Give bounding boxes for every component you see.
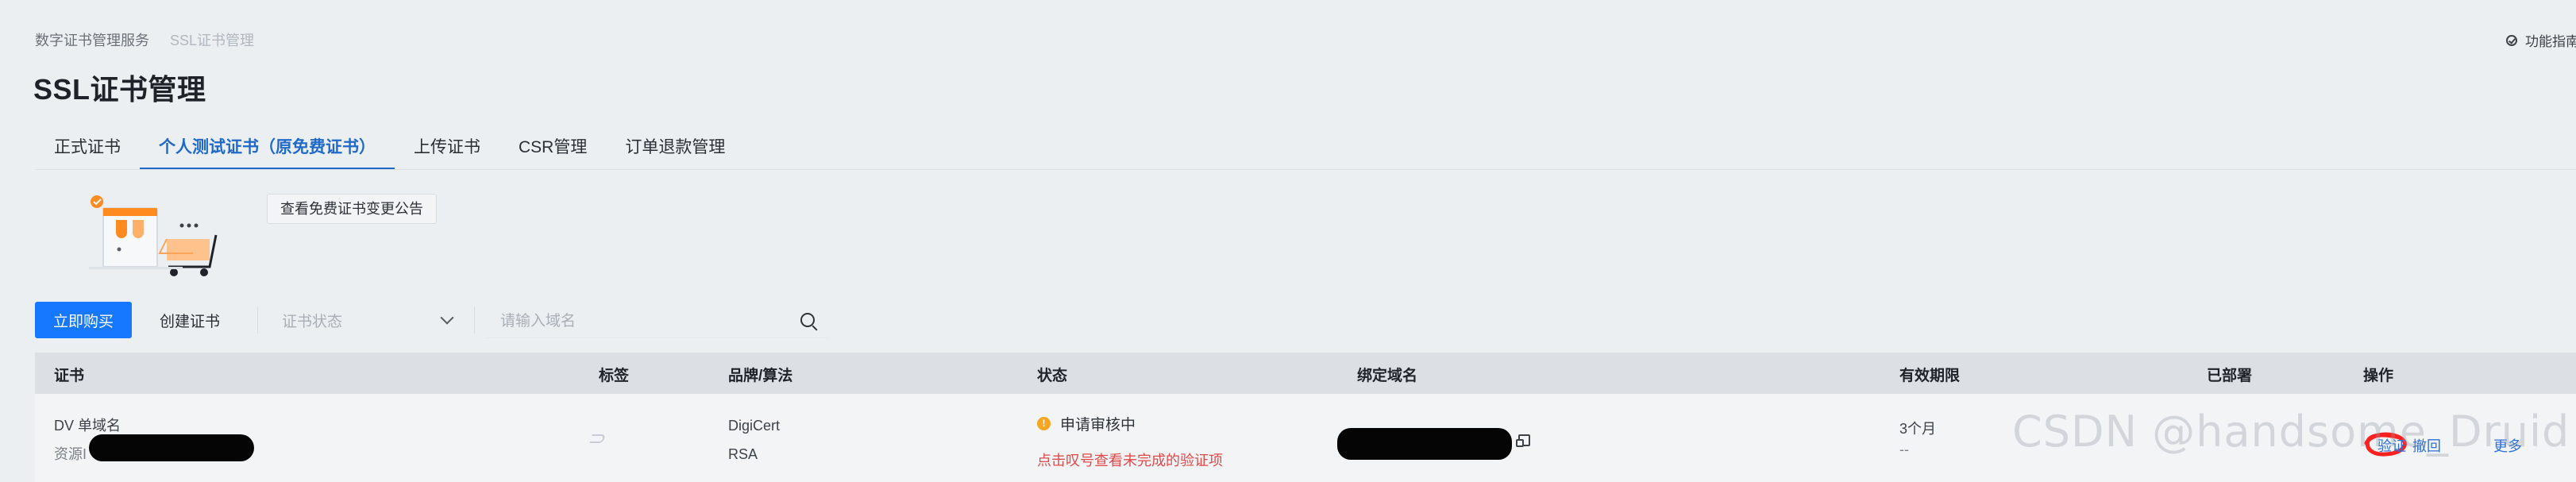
certificate-type: DV 单域名 (54, 418, 121, 434)
chevron-down-icon (440, 310, 454, 325)
copy-icon[interactable] (1516, 434, 1530, 447)
breadcrumb: 数字证书管理服务 SSL证书管理 (35, 30, 254, 51)
column-header-deployed: 已部署 (2207, 368, 2253, 384)
certificate-status-label: 申请审核中 (1060, 417, 1136, 434)
row-operations: 验证 撤回 更多 (2364, 432, 2559, 459)
certificate-algorithm: RSA (728, 446, 758, 462)
more-link[interactable]: 更多 (2493, 435, 2522, 456)
unfinished-verification-link[interactable]: 点击叹号查看未完成的验证项 (1037, 449, 1223, 470)
buy-now-button[interactable]: 立即购买 (35, 302, 132, 338)
tab-csr-management[interactable]: CSR管理 (499, 130, 606, 170)
resource-id-redaction (89, 434, 254, 461)
tab-personal-test-certificate[interactable]: 个人测试证书（原免费证书） (140, 130, 395, 170)
column-header-certificate: 证书 (54, 368, 85, 384)
toolbar-divider (257, 307, 258, 334)
resource-id-label: 资源I (54, 446, 87, 462)
shopping-illustration (89, 195, 218, 276)
domain-search-placeholder: 请输入域名 (500, 313, 577, 330)
search-divider (474, 307, 475, 334)
certificate-toolbar: 立即购买 创建证书 证书状态 请输入域名 (35, 302, 827, 338)
column-header-validity: 有效期限 (1899, 368, 1961, 384)
validity-detail: -- (1899, 442, 1909, 457)
tab-formal-certificate[interactable]: 正式证书 (35, 130, 140, 170)
column-header-bound-domain: 绑定域名 (1357, 368, 1418, 384)
certificate-status-select[interactable]: 证书状态 (268, 302, 468, 338)
warning-icon[interactable]: ! (1037, 417, 1051, 430)
verify-link[interactable]: 验证 (2377, 435, 2406, 456)
breadcrumb-item-service[interactable]: 数字证书管理服务 (35, 30, 149, 51)
withdraw-link[interactable]: 撤回 (2412, 435, 2441, 456)
function-guide-link[interactable]: 功能指南 (2506, 30, 2576, 50)
tabs-divider (35, 169, 2576, 170)
certificate-status-placeholder: 证书状态 (282, 313, 343, 330)
certificate-status: ! 申请审核中 (1037, 413, 1136, 434)
tab-order-refund-management[interactable]: 订单退款管理 (606, 130, 744, 170)
page-title: SSL证书管理 (33, 73, 206, 106)
search-icon[interactable] (800, 312, 815, 327)
table-header: 证书 标签 品牌/算法 状态 绑定域名 有效期限 已部署 操作 (35, 353, 2576, 394)
create-certificate-button[interactable]: 创建证书 (141, 302, 238, 338)
column-header-operations: 操作 (2363, 368, 2394, 384)
breadcrumb-item-ssl: SSL证书管理 (170, 33, 255, 48)
certificate-tabs: 正式证书 个人测试证书（原免费证书） 上传证书 CSR管理 订单退款管理 (35, 130, 744, 170)
domain-search-input[interactable]: 请输入域名 (486, 302, 827, 338)
column-header-brand-algorithm: 品牌/算法 (728, 368, 793, 384)
bound-domain-redaction (1337, 428, 1512, 460)
certificate-table: 证书 标签 品牌/算法 状态 绑定域名 有效期限 已部署 操作 DV 单域名 资… (35, 353, 2576, 482)
ssl-certificate-page: 数字证书管理服务 SSL证书管理 功能指南 SSL证书管理 正式证书 个人测试证… (0, 0, 2576, 482)
function-guide-label: 功能指南 (2525, 34, 2576, 49)
column-header-tag: 标签 (599, 368, 630, 384)
certificate-brand: DigiCert (728, 418, 781, 434)
column-header-status: 状态 (1037, 368, 1068, 384)
tag-icon[interactable] (589, 434, 606, 443)
tab-upload-certificate[interactable]: 上传证书 (395, 130, 499, 170)
check-circle-icon (2506, 34, 2517, 46)
validity-period: 3个月 (1899, 421, 1937, 437)
free-certificate-notice-button[interactable]: 查看免费证书变更公告 (267, 194, 437, 224)
